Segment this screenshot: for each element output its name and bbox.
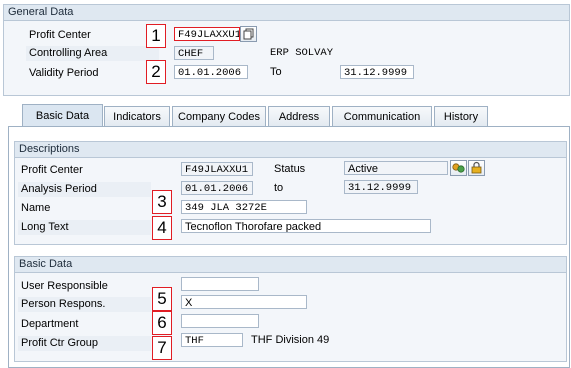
analysis-to-field: 31.12.9999 <box>344 180 418 194</box>
department-label: Department <box>18 317 151 332</box>
marker-7: 7 <box>152 336 172 360</box>
desc-profit-center-field: F49JLAXXU1 <box>181 162 253 176</box>
marker-4: 4 <box>152 216 172 240</box>
status-field: Active <box>344 161 448 175</box>
controlling-area-text: ERP SOLVAY <box>270 47 334 59</box>
marker-6: 6 <box>152 311 172 335</box>
validity-to-label: To <box>270 66 282 78</box>
general-data-title: General Data <box>4 5 569 21</box>
department-field[interactable] <box>181 314 259 328</box>
long-text-label: Long Text <box>18 220 151 235</box>
analysis-to-label: to <box>274 182 284 194</box>
long-text-field[interactable]: Tecnoflon Thorofare packed <box>181 219 431 233</box>
name-label: Name <box>18 201 151 216</box>
person-responsible-field[interactable]: X <box>181 295 307 309</box>
marker-3: 3 <box>152 190 172 214</box>
analysis-period-label: Analysis Period <box>18 182 151 197</box>
tabstrip: Basic Data Indicators Company Codes Addr… <box>0 98 571 128</box>
profit-center-label: Profit Center <box>26 28 139 43</box>
validity-period-label: Validity Period <box>26 66 149 81</box>
person-responsible-label: Person Respons. <box>18 297 151 312</box>
lock-icon[interactable] <box>468 160 485 176</box>
profit-ctr-group-label: Profit Ctr Group <box>18 336 151 351</box>
desc-profit-center-label: Profit Center <box>18 163 151 178</box>
controlling-area-label: Controlling Area <box>26 46 159 61</box>
status-label: Status <box>274 163 306 175</box>
tab-communication[interactable]: Communication <box>332 106 432 126</box>
tab-company-codes[interactable]: Company Codes <box>172 106 266 126</box>
validity-from-field[interactable]: 01.01.2006 <box>174 65 248 79</box>
tab-basic-data[interactable]: Basic Data <box>22 104 103 127</box>
user-responsible-label: User Responsible <box>18 279 151 294</box>
tab-history[interactable]: History <box>434 106 488 126</box>
controlling-area-field: CHEF <box>174 46 214 60</box>
analysis-from-field: 01.01.2006 <box>181 181 253 195</box>
basic-data-title: Basic Data <box>15 257 566 273</box>
profit-ctr-group-field[interactable]: THF <box>181 333 243 347</box>
copy-icon[interactable] <box>240 26 257 42</box>
marker-5: 5 <box>152 287 172 311</box>
validity-to-field[interactable]: 31.12.9999 <box>340 65 414 79</box>
profit-center-field[interactable]: F49JLAXXU1 <box>174 27 240 41</box>
marker-2: 2 <box>146 60 166 84</box>
tab-indicators[interactable]: Indicators <box>104 106 170 126</box>
profit-ctr-group-text: THF Division 49 <box>251 334 330 346</box>
name-field[interactable]: 349 JLA 3272E <box>181 200 307 214</box>
activate-icon[interactable] <box>450 160 467 176</box>
tab-address[interactable]: Address <box>268 106 330 126</box>
marker-1: 1 <box>146 24 166 48</box>
user-responsible-field[interactable] <box>181 277 259 291</box>
descriptions-title: Descriptions <box>15 142 566 158</box>
